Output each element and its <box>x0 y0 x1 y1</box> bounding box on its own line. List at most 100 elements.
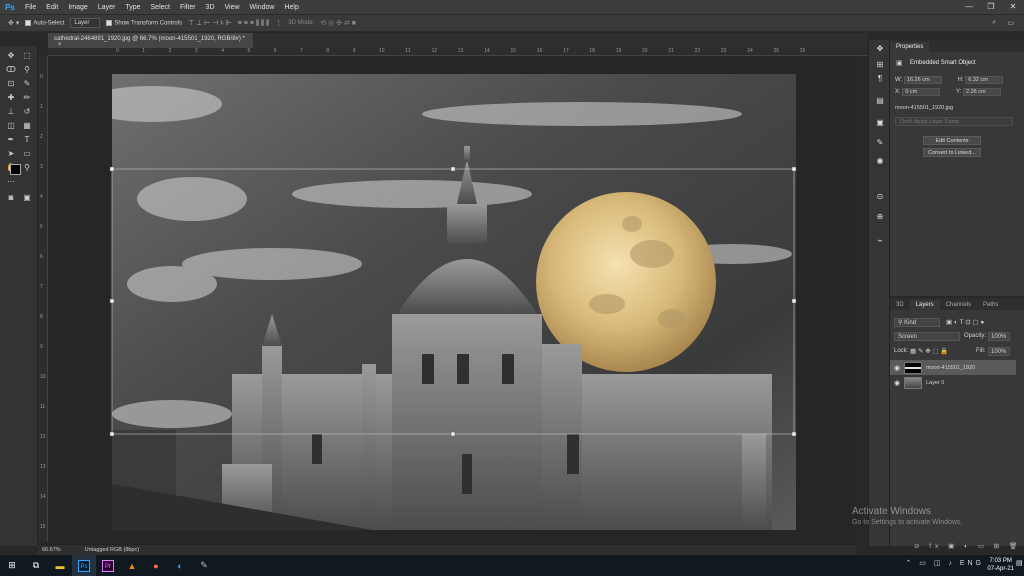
history-panel-icon[interactable]: ✥ <box>873 44 887 56</box>
visibility-eye-icon[interactable]: ◉ <box>890 364 904 372</box>
file-explorer-icon[interactable]: ▬ <box>48 555 72 576</box>
height-field[interactable]: 6.32 cm <box>965 76 1004 84</box>
brush-settings-icon[interactable]: ✎ <box>873 138 887 150</box>
layer-row-moon[interactable]: ◉ moon-415501_1920 <box>890 360 1016 375</box>
tab-layers[interactable]: Layers <box>909 300 940 310</box>
eyedropper-tool-icon[interactable]: ✎ <box>19 78 35 90</box>
pen-tool-icon[interactable]: ✒ <box>3 134 19 146</box>
notification-icon[interactable]: ▤ <box>1016 559 1024 567</box>
transform-bounding-box[interactable] <box>100 160 810 445</box>
auto-select-target-dropdown[interactable]: Layer <box>70 18 101 28</box>
brush-tool-icon[interactable]: ✏ <box>19 92 35 104</box>
quick-select-tool-icon[interactable]: ⚲ <box>19 64 35 76</box>
workspace-icon[interactable]: ▭ <box>1007 19 1014 27</box>
shapes-panel-icon[interactable]: ▤ <box>873 96 887 108</box>
crop-tool-icon[interactable]: ⊡ <box>3 78 19 90</box>
shape-tool-icon[interactable]: ▭ <box>19 148 35 160</box>
menu-file[interactable]: File <box>20 4 41 11</box>
auto-select-checkbox[interactable]: Auto-Select <box>25 19 65 27</box>
lock-icons[interactable]: ▦ ✎ ✥ ⬚ 🔒 <box>910 347 949 355</box>
premiere-taskbar-icon[interactable]: Pr <box>96 555 120 576</box>
taskbar: ⊞ ⧉ ▬ Ps Pr ▲ ● ◐ ✎ ⌃ ▭ ◫ ♪ ENG 7:03 PM … <box>0 555 1024 576</box>
opacity-field[interactable]: 100% <box>988 332 1010 341</box>
lasso-tool-icon[interactable]: ↀ <box>3 64 19 76</box>
edge-icon[interactable]: ◐ <box>168 555 192 576</box>
convert-to-linked-button[interactable]: Convert to Linked... <box>923 148 981 157</box>
color-profile[interactable]: Untagged RGB (8bpc) <box>85 545 139 555</box>
tab-paths[interactable]: Paths <box>977 300 1004 310</box>
paragraph-panel-icon[interactable]: ¶ <box>873 74 887 86</box>
auto-select-label: Auto-Select <box>33 20 65 27</box>
menu-help[interactable]: Help <box>279 4 303 11</box>
task-view-icon[interactable]: ⧉ <box>24 555 48 576</box>
more-tools-icon[interactable]: ⋯ <box>3 176 19 188</box>
show-transform-checkbox[interactable]: Show Transform Controls <box>106 19 183 27</box>
tab-properties[interactable]: Properties <box>890 42 930 52</box>
x-field[interactable]: 0 cm <box>902 88 941 96</box>
align-icons[interactable]: ⊤ ⊥ ⊢ ⊣ ⊧ ⊩ ≡ ≡ ≡ ⫼ ⫼ ⫼ ⋮ <box>188 19 282 28</box>
tab-channels[interactable]: Channels <box>940 300 977 310</box>
ruler-tick-label: 20 <box>642 48 648 54</box>
ruler-tick-label: 2 <box>168 48 172 54</box>
menu-view[interactable]: View <box>220 4 245 11</box>
vlc-icon[interactable]: ▲ <box>120 555 144 576</box>
adjust-panel-icon[interactable]: ⊞ <box>873 60 887 72</box>
layer-name[interactable]: Layer 0 <box>926 380 944 386</box>
marquee-tool-icon[interactable]: ⬚ <box>19 50 35 62</box>
search-icon[interactable]: ⌕ <box>992 19 996 27</box>
width-field[interactable]: 16.26 cm <box>903 76 942 84</box>
fill-field[interactable]: 100% <box>988 347 1010 356</box>
zoom-tool-icon[interactable]: ⚲ <box>19 162 35 174</box>
photoshop-taskbar-icon[interactable]: Ps <box>72 555 96 576</box>
layer-comp-dropdown[interactable]: Don't Apply Layer Comp <box>895 117 1013 126</box>
move-tool-icon[interactable]: ✥ <box>3 50 19 62</box>
document-tab[interactable]: cathedral-2464891_1920.jpg @ 66.7% (moon… <box>48 33 253 48</box>
paint-icon[interactable]: ✎ <box>192 555 216 576</box>
menu-type[interactable]: Type <box>120 4 145 11</box>
system-tray-icons[interactable]: ⌃ ▭ ◫ ♪ ENG <box>905 559 984 567</box>
visibility-eye-icon[interactable]: ◉ <box>890 379 904 387</box>
menu-edit[interactable]: Edit <box>41 4 63 11</box>
maximize-icon[interactable]: ❐ <box>980 0 1002 14</box>
minimize-icon[interactable]: — <box>958 0 980 14</box>
color-panel-icon[interactable]: ◉ <box>873 156 887 168</box>
ruler-tick-label: 12 <box>40 434 46 440</box>
menu-select[interactable]: Select <box>146 4 175 11</box>
menu-layer[interactable]: Layer <box>93 4 121 11</box>
menu-window[interactable]: Window <box>245 4 280 11</box>
layer-actions-bar[interactable]: ⊝ fx ▣ ◐ ▭ ⊞ 🗑 <box>914 542 1021 550</box>
y-field[interactable]: 2.26 cm <box>963 88 1002 96</box>
zoom-level[interactable]: 66.67% <box>42 545 61 555</box>
layer-row-layer0[interactable]: ◉ Layer 0 <box>890 375 1016 390</box>
blend-mode-dropdown[interactable]: Screen <box>894 332 960 341</box>
layer-name[interactable]: moon-415501_1920 <box>926 365 975 371</box>
edit-contents-button[interactable]: Edit Contents <box>923 136 981 145</box>
foreground-color-swatch[interactable] <box>10 164 21 175</box>
screen-mode-icon[interactable]: ▣ <box>19 192 35 204</box>
3d-mode-icons[interactable]: ⟲ ◎ ✣ ⇄ ■ <box>320 19 356 27</box>
libraries-panel-icon[interactable]: ▣ <box>873 118 887 130</box>
eraser-tool-icon[interactable]: ◫ <box>3 120 19 132</box>
actions-panel-icon[interactable]: ⌁ <box>873 236 887 248</box>
menu-3d[interactable]: 3D <box>201 4 220 11</box>
show-transform-label: Show Transform Controls <box>114 20 183 27</box>
gradient-tool-icon[interactable]: ▦ <box>19 120 35 132</box>
path-select-icon[interactable]: ➤ <box>3 148 19 160</box>
menu-filter[interactable]: Filter <box>175 4 201 11</box>
healing-tool-icon[interactable]: ✚ <box>3 92 19 104</box>
layer-filter-dropdown[interactable]: ⚲ Kind <box>894 318 940 327</box>
close-icon[interactable]: ✕ <box>1002 0 1024 14</box>
navigator-panel-icon[interactable]: ⊕ <box>873 212 887 224</box>
tab-3d[interactable]: 3D <box>890 300 910 310</box>
stamp-tool-icon[interactable]: ⊥ <box>3 106 19 118</box>
type-tool-icon[interactable]: T <box>19 134 35 146</box>
start-icon[interactable]: ⊞ <box>0 555 24 576</box>
move-tool-icon[interactable]: ✥ ▾ <box>8 19 19 27</box>
firefox-icon[interactable]: ● <box>144 555 168 576</box>
quick-mask-icon[interactable]: ◙ <box>3 192 19 204</box>
styles-panel-icon[interactable]: ⊙ <box>873 192 887 204</box>
clock[interactable]: 7:03 PM 07-Apr-21 <box>987 557 1014 573</box>
menu-image[interactable]: Image <box>63 4 92 11</box>
filter-icons[interactable]: ▣ ◐ T ⊡ ▢ ● <box>946 318 984 326</box>
history-brush-icon[interactable]: ↺ <box>19 106 35 118</box>
